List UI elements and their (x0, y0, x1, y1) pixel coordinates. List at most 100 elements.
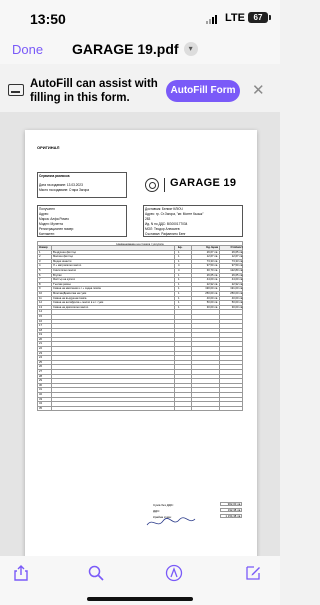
table-cell: Маслен филтър (53, 255, 74, 259)
markup-icon[interactable] (165, 564, 183, 582)
table-cell: 250,00 лв. (205, 291, 218, 295)
nav-bar: Done GARAGE 19.pdf ▾ (0, 36, 280, 64)
original-label: ОРИГИНАЛ (37, 145, 60, 150)
table-cell (178, 342, 188, 346)
table-cell (221, 315, 243, 319)
table-cell: 1 (178, 259, 180, 263)
table-header-cell: Номер (39, 246, 48, 249)
table-cell: 7 (39, 278, 41, 282)
table-cell: 34 (39, 402, 42, 406)
table-cell: 4 (39, 264, 41, 268)
client-model: Модел: Мулетта (39, 222, 63, 226)
table-cell (178, 398, 188, 402)
status-bar: 13:50 LTE 67 (0, 0, 280, 36)
pdf-page[interactable]: ОРИГИНАЛ Сервизна разписка Дата на издав… (25, 130, 257, 568)
client-address: Адрес: (39, 212, 50, 216)
table-cell (196, 320, 218, 324)
table-cell (221, 398, 243, 402)
table-cell: Монтаж/Демонтаж на гуми (53, 291, 87, 295)
table-cell (178, 320, 188, 324)
table-cell (178, 375, 188, 379)
document-title: GARAGE 19.pdf (72, 41, 179, 57)
table-cell (196, 361, 218, 365)
table-cell (178, 338, 188, 342)
table-cell (178, 384, 188, 388)
table-cell (221, 329, 243, 333)
table-cell: 26 (39, 365, 42, 369)
table-cell: 30,00 лв. (231, 305, 243, 309)
home-indicator (87, 597, 193, 601)
autofill-banner: AutoFill can assist with filling in this… (0, 70, 280, 112)
table-cell (53, 365, 168, 369)
table-cell: 6 (39, 273, 41, 277)
table-cell: 12,67 лв. (231, 255, 243, 259)
table-cell (221, 324, 243, 328)
table-cell (53, 333, 168, 337)
brand-name: GARAGE 19 (170, 177, 237, 189)
table-cell (221, 310, 243, 314)
table-cell: 30,00 лв. (206, 305, 218, 309)
table-cell (196, 407, 218, 411)
table-cell (196, 310, 218, 314)
autofill-form-button[interactable]: AutoFill Form (166, 80, 240, 102)
table-cell (196, 338, 218, 342)
share-icon[interactable] (12, 564, 30, 582)
table-cell: 1 (178, 282, 180, 286)
table-cell: 10 (39, 291, 42, 295)
items-table: Номер Бр. Ед. Цена Стойност 1 Въздушен филтър… (37, 246, 243, 412)
table-cell (221, 347, 243, 351)
table-cell: 33 (39, 397, 42, 401)
edit-icon[interactable] (244, 564, 262, 582)
table-cell (53, 393, 168, 397)
supplier-issuer: Съставил: Рафаелито Бенг (145, 232, 186, 236)
table-cell (196, 352, 218, 356)
table-cell: 14 (39, 310, 42, 314)
table-cell (178, 393, 188, 397)
table-cell: 26,65 лв. (231, 250, 243, 254)
table-cell (221, 402, 243, 406)
table-cell: 31 (39, 388, 42, 392)
table-cell: 1 (178, 305, 180, 309)
table-cell: 1 (178, 301, 180, 305)
table-cell: 21 (39, 342, 42, 346)
table-cell: 30 (39, 383, 42, 387)
total-value: 1 154,38 лв. (220, 514, 242, 518)
table-cell: Синтетично масло (53, 268, 77, 272)
table-cell: 27 (39, 370, 42, 374)
table-header-cell: Бр. (178, 246, 183, 249)
table-cell (53, 342, 168, 346)
table-cell (178, 352, 188, 356)
table-cell (221, 361, 243, 365)
table-cell: 25 (39, 360, 42, 364)
table-cell: Л + матрисално масло (53, 264, 82, 268)
table-cell: 190,00 лв. (205, 287, 218, 291)
autofill-message: AutoFill can assist with filling in this… (30, 78, 158, 104)
table-cell: 20 (39, 337, 42, 341)
table-cell: Филтър на купето (53, 278, 76, 282)
table-cell: 40,00 лв. (231, 296, 243, 300)
table-cell (53, 329, 168, 333)
document-viewer[interactable]: ОРИГИНАЛ Сервизна разписка Дата на издав… (0, 112, 280, 568)
table-cell: 122,80 лв. (230, 268, 243, 272)
table-cell (178, 370, 188, 374)
table-cell: Втулки (53, 273, 62, 277)
done-button[interactable]: Done (12, 42, 43, 57)
table-cell (221, 352, 243, 356)
table-cell (53, 361, 168, 365)
close-icon[interactable]: ✕ (252, 81, 265, 99)
brand-logo-icon (145, 178, 159, 192)
table-cell: 22,92 лв. (206, 282, 218, 286)
table-header-cell: Стойност (230, 246, 243, 249)
order-place: Място на издаване: Стара Загора (39, 188, 90, 192)
table-cell: 97,50 лв. (231, 264, 243, 268)
table-cell: 2 (39, 255, 41, 259)
table-cell: 50,00 лв. (206, 301, 218, 305)
search-icon[interactable] (87, 564, 105, 582)
table-cell: 32 (39, 393, 42, 396)
table-cell: Смяна на двигателно масло (53, 305, 89, 309)
battery-icon: 67 (248, 12, 271, 23)
table-cell (221, 393, 243, 397)
table-cell (221, 320, 243, 324)
document-title-menu[interactable]: GARAGE 19.pdf ▾ (72, 41, 222, 57)
table-cell: 1 (178, 291, 180, 295)
